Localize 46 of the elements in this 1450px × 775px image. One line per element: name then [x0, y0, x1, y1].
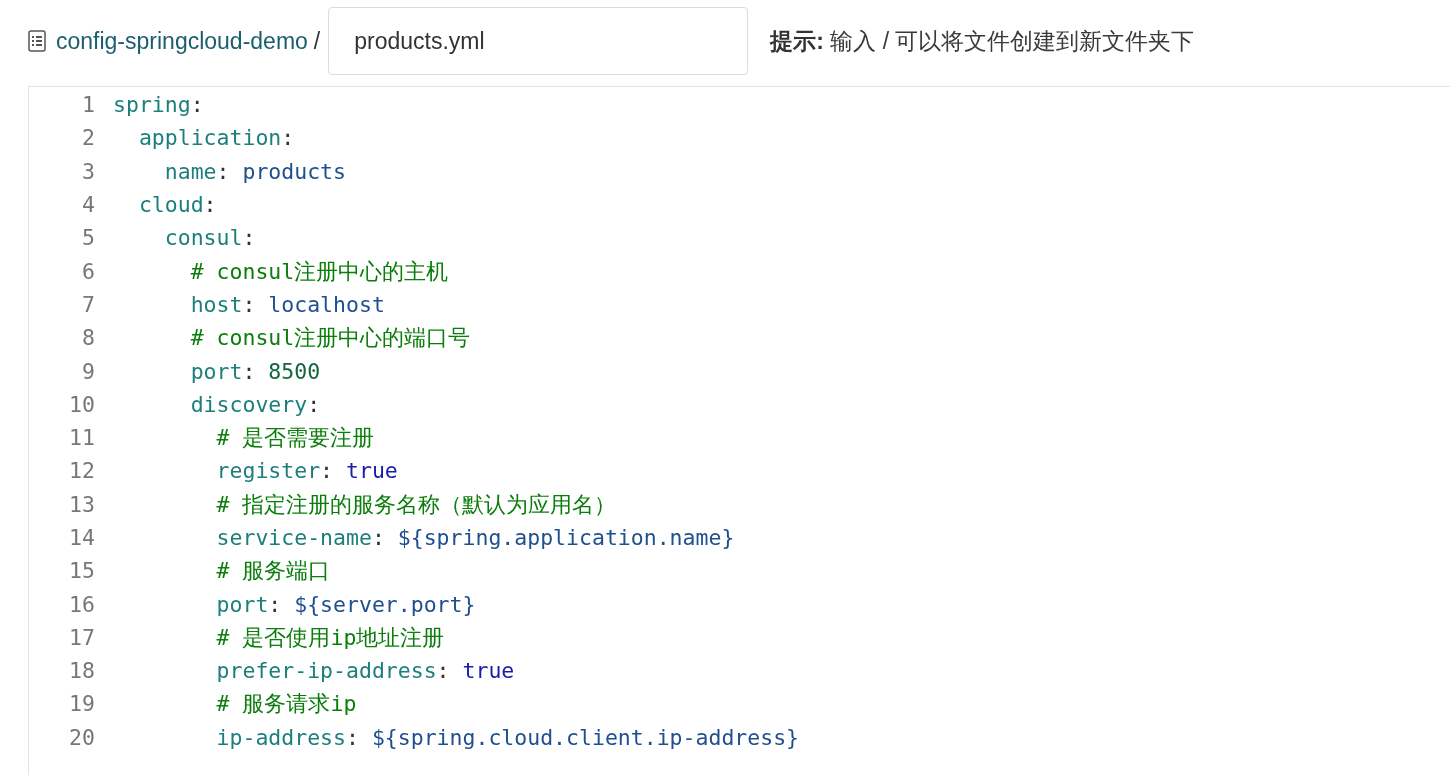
code-line: spring: — [113, 92, 204, 118]
line-number: 17 — [68, 624, 95, 650]
line-number: 6 — [81, 258, 95, 284]
code-editor[interactable] — [28, 86, 1450, 775]
line-number: 11 — [68, 425, 95, 451]
line-number: 7 — [81, 291, 95, 317]
code-line: # consul注册中心的端口号 — [189, 324, 471, 353]
line-number: 4 — [81, 192, 95, 218]
file-icon — [28, 30, 46, 52]
line-number: 15 — [68, 558, 95, 584]
code-line: # 服务端口 — [215, 557, 331, 586]
code-line: service-name: ${spring.application.name} — [215, 525, 735, 550]
line-number: 18 — [68, 658, 95, 684]
code-line: register: true — [215, 458, 398, 484]
line-number: 12 — [68, 458, 95, 484]
code-line: ip-address: ${spring.cloud.client.ip-address} — [215, 724, 800, 750]
hint-text: 提示: 输入 / 可以将文件创建到新文件夹下 — [770, 26, 1195, 56]
code-line: discovery: — [189, 391, 321, 417]
line-number: 9 — [81, 358, 95, 384]
code-line: port: ${server.port} — [215, 591, 476, 617]
line-number: 1 — [81, 92, 95, 118]
line-number: 8 — [81, 325, 95, 351]
code-line: prefer-ip-address: true — [215, 658, 515, 684]
line-number: 19 — [68, 691, 95, 717]
line-number: 10 — [68, 391, 95, 417]
code-line: # consul注册中心的主机 — [189, 257, 449, 286]
code-line: host: localhost — [189, 291, 385, 317]
line-number: 13 — [68, 491, 95, 517]
code-line: consul: — [163, 225, 256, 251]
line-number: 2 — [81, 125, 95, 151]
line-number: 14 — [68, 525, 95, 550]
line-number: 3 — [81, 158, 95, 184]
path-separator: / — [313, 27, 321, 55]
code-line: cloud: — [137, 192, 217, 218]
line-number: 16 — [68, 591, 95, 617]
code-line: port: 8500 — [189, 358, 321, 384]
code-line: # 是否需要注册 — [215, 424, 375, 453]
line-number: 20 — [68, 724, 95, 750]
line-number: 5 — [81, 225, 95, 251]
code-line: # 服务请求ip — [215, 690, 357, 719]
code-line: # 指定注册的服务名称（默认为应用名） — [215, 490, 617, 519]
code-line: # 是否使用ip地址注册 — [215, 623, 445, 652]
filename-field[interactable]: products.yml — [328, 7, 749, 75]
code-line: name: products — [163, 158, 346, 184]
repo-link[interactable]: config-springcloud-demo — [56, 27, 308, 55]
code-line: application: — [137, 125, 295, 151]
